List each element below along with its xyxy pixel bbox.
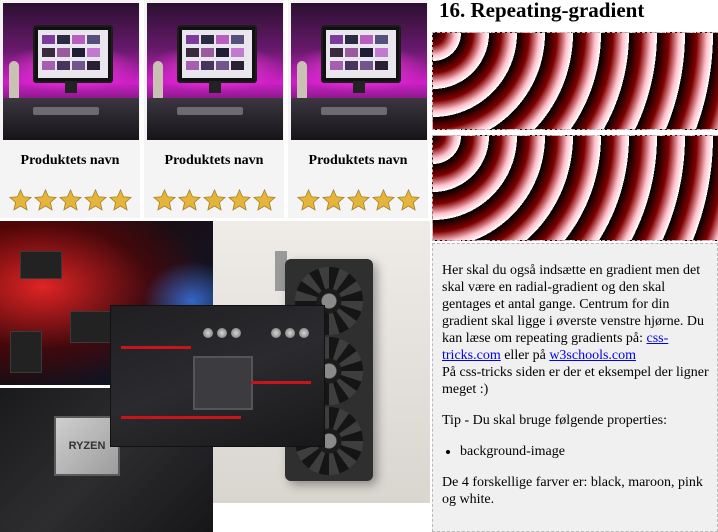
star-icon bbox=[33, 188, 57, 211]
star-icon bbox=[227, 188, 251, 211]
property-item: background-image bbox=[460, 443, 709, 460]
motherboard-photo bbox=[110, 305, 325, 447]
star-rating bbox=[0, 183, 140, 217]
w3schools-link[interactable]: w3schools.com bbox=[549, 348, 636, 363]
star-icon bbox=[152, 188, 176, 211]
assignment-panel: Her skal du også indsætte en gradient me… bbox=[432, 243, 718, 532]
star-icon bbox=[58, 188, 82, 211]
tip-text: Tip - Du skal bruge følgende properties: bbox=[442, 413, 667, 428]
star-icon bbox=[108, 188, 132, 211]
product-image bbox=[3, 3, 139, 140]
product-card-2: Produktets navn bbox=[144, 0, 284, 218]
product-image bbox=[291, 3, 427, 140]
star-icon bbox=[396, 188, 420, 211]
product-image bbox=[147, 3, 283, 140]
after-links-text: På css-tricks siden er der et eksempel d… bbox=[442, 365, 709, 397]
colors-note: De 4 forskellige farver er: black, maroo… bbox=[442, 475, 703, 507]
star-rating bbox=[288, 183, 428, 217]
star-icon bbox=[83, 188, 107, 211]
star-icon bbox=[8, 188, 32, 211]
star-icon bbox=[252, 188, 276, 211]
page: Produktets navn Produktets navn Produkte… bbox=[0, 0, 718, 532]
star-icon bbox=[371, 188, 395, 211]
repeating-gradient-box-2 bbox=[432, 135, 718, 241]
properties-list: background-image bbox=[442, 443, 709, 460]
star-icon bbox=[321, 188, 345, 211]
star-icon bbox=[346, 188, 370, 211]
assignment-intro: Her skal du også indsætte en gradient me… bbox=[442, 262, 709, 398]
product-name: Produktets navn bbox=[20, 153, 120, 168]
star-rating bbox=[144, 183, 284, 217]
section-title: 16. Repeating-gradient bbox=[439, 0, 645, 22]
product-name: Produktets navn bbox=[164, 153, 264, 168]
star-icon bbox=[177, 188, 201, 211]
star-icon bbox=[202, 188, 226, 211]
between-links-text: eller på bbox=[500, 348, 550, 363]
product-name: Produktets navn bbox=[308, 153, 408, 168]
product-card-3: Produktets navn bbox=[288, 0, 428, 218]
product-card-1: Produktets navn bbox=[0, 0, 140, 218]
repeating-gradient-box-1 bbox=[432, 32, 718, 130]
star-icon bbox=[296, 188, 320, 211]
